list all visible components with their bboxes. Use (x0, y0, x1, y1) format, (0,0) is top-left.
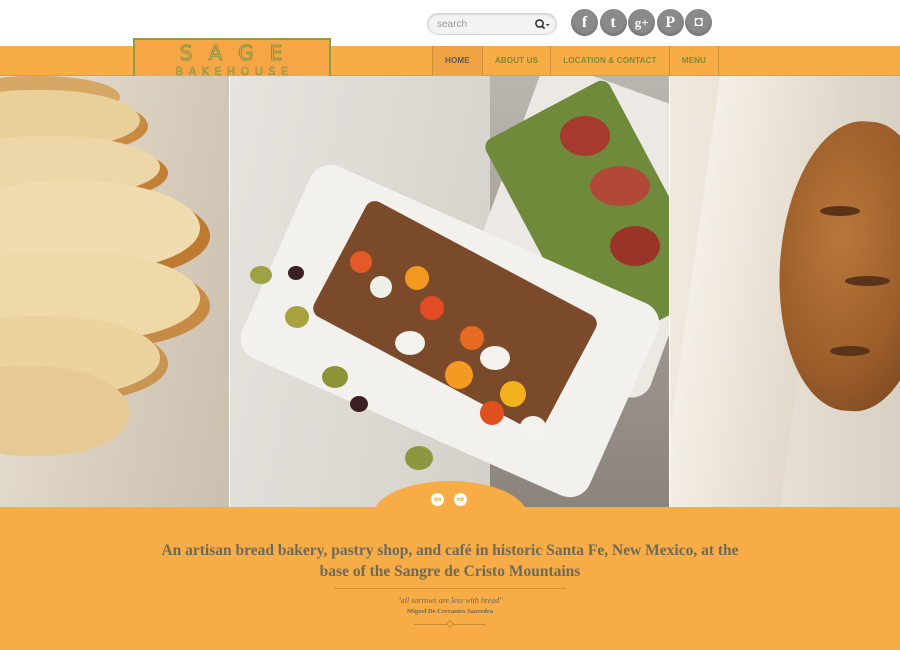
hero-image-bruschetta (230, 76, 669, 507)
nav-home[interactable]: HOME (433, 46, 483, 76)
social-links: f t g+ P ◘ (571, 9, 714, 36)
bread-quote: "all sorrows are less with bread" (397, 596, 503, 605)
instagram-icon[interactable]: ◘ (685, 9, 713, 36)
pinterest-icon[interactable]: P (656, 9, 684, 36)
facebook-icon[interactable]: f (571, 9, 598, 36)
tagline-divider (334, 588, 566, 589)
nav-about-us[interactable]: ABOUT US (483, 46, 552, 76)
search-input[interactable] (437, 17, 529, 32)
hero-slideshow (0, 76, 900, 507)
nav-menu[interactable]: MENU (670, 46, 720, 76)
twitter-icon[interactable]: t (599, 9, 627, 36)
slider-prev-arrow-icon[interactable]: ⇦ (431, 493, 444, 506)
nav-location-contact[interactable]: LOCATION & CONTACT (551, 46, 670, 76)
hero-image-bread-loaf (670, 76, 900, 507)
site-tagline: An artisan bread bakery, pastry shop, an… (161, 542, 739, 580)
search-box (427, 13, 557, 35)
search-icon[interactable] (534, 18, 550, 31)
google-plus-icon[interactable]: g+ (628, 9, 656, 36)
hero-image-sliced-bread (0, 76, 229, 507)
logo-line-sage: SAGE (179, 41, 299, 66)
quote-author: Miguel De Cervantes Saavedra (406, 608, 494, 615)
slider-next-arrow-icon[interactable]: ⇨ (454, 493, 467, 506)
main-nav: HOME ABOUT US LOCATION & CONTACT MENU (432, 46, 720, 76)
